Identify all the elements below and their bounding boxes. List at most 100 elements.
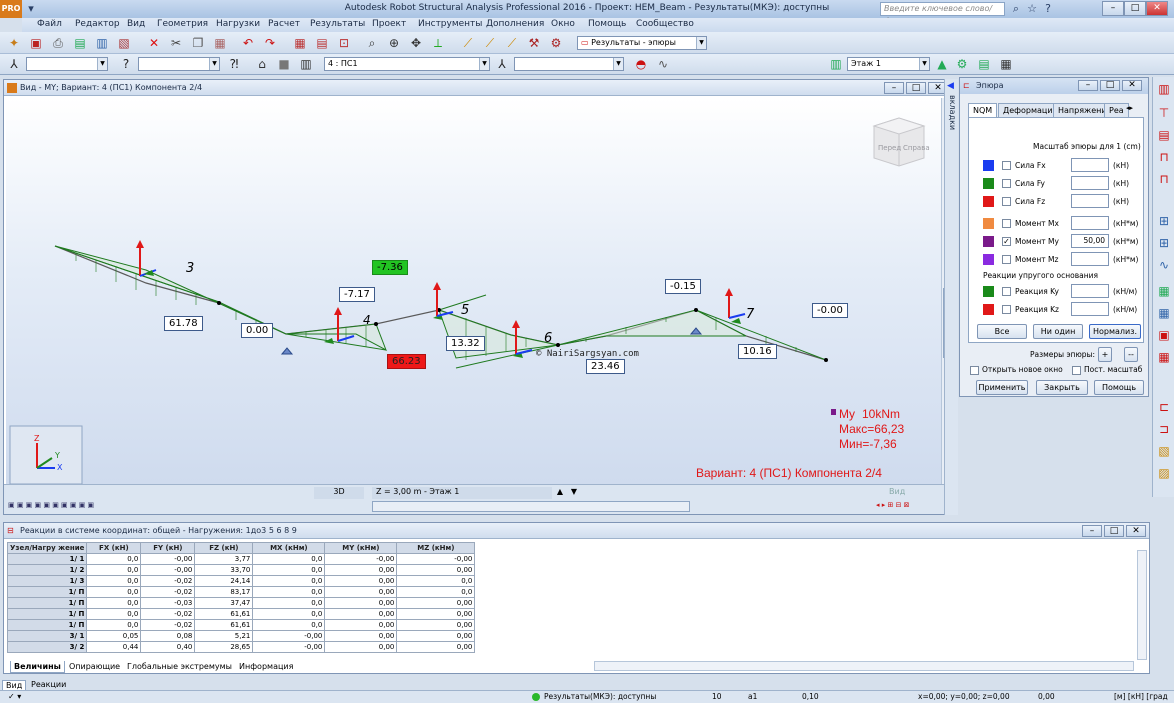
menu-addons[interactable]: Дополнения [486,19,544,29]
help-icon[interactable]: ? [1041,2,1055,16]
redo-icon[interactable]: ↷ [262,35,278,51]
tool-icon[interactable]: ⊏ [1156,399,1172,415]
menu-results[interactable]: Результаты [310,19,365,29]
const-scale-checkbox[interactable] [1072,366,1081,375]
table-row[interactable]: 1/ 1 0,0 -0,00 3,77 0,0 -0,00 -0,00 [6,553,476,565]
zoom-window-icon[interactable]: ⊕ [386,35,402,51]
tool-icon[interactable]: ⊞ [1156,235,1172,251]
col-fz[interactable]: FZ (кН) [194,542,254,554]
tab-reactions[interactable]: Реа [1104,103,1129,118]
settings-icon[interactable]: ⚙ [548,35,564,51]
bar-select-icon[interactable]: ? [118,56,134,72]
color-swatch[interactable] [983,286,994,297]
tools-icon[interactable]: ⚒ [526,35,542,51]
menu-window[interactable]: Окно [551,19,575,29]
col-fx[interactable]: FX (кН) [86,542,142,554]
view-nav-icons[interactable]: ◂ ▸ ⊞ ⊟ ⊠ [876,501,946,513]
none-button[interactable]: Ни один [1033,324,1083,339]
cut-icon[interactable]: ✂ [168,35,184,51]
load-case-combo[interactable]: 4 : ПС1 ▼ [324,57,490,71]
level-down-icon[interactable]: ▼ [568,487,580,499]
table-minimize-button[interactable]: – [1082,525,1102,537]
table-horizontal-scrollbar[interactable] [594,661,1134,671]
my-scale-input[interactable]: 50,00 [1071,234,1109,248]
all-button[interactable]: Все [977,324,1027,339]
menu-analysis[interactable]: Расчет [268,19,300,29]
dialog-minimize-button[interactable]: – [1078,80,1098,91]
help-button[interactable]: Помощь [1094,380,1144,395]
tool-icon[interactable]: ▦ [1156,283,1172,299]
screen-capture-icon[interactable]: ▧ [116,35,132,51]
color-swatch[interactable] [983,178,994,189]
table-close-button[interactable]: ✕ [1126,525,1146,537]
bar-icon[interactable]: ⟋ [482,35,498,51]
tool-icon[interactable]: ∿ [1156,257,1172,273]
wave-icon[interactable]: ∿ [655,56,671,72]
menu-editor[interactable]: Редактор [75,19,120,29]
lock-icon[interactable]: ⊡ [336,35,352,51]
menu-help[interactable]: Помощь [588,19,626,29]
storey-combo[interactable]: Этаж 1 ▼ [847,57,930,71]
checkbox-fy[interactable] [1002,179,1011,188]
tab-values[interactable]: Величины [10,661,65,673]
checkbox-mz[interactable] [1002,255,1011,264]
col-node[interactable]: Узел/Нагру жение [6,542,88,554]
normalize-button[interactable]: Нормализ. [1089,324,1141,339]
view-canvas[interactable]: Перед Справа 3 4 5 6 7 © NairiSargsyan.c… [6,98,941,484]
view-minimize-button[interactable]: – [884,82,904,94]
table-row[interactable]: 3/ 2 0,44 0,40 28,65 -0,00 0,00 0,00 [6,641,476,653]
frame-icon[interactable]: ⟋ [504,35,520,51]
storey-list-icon[interactable]: ▤ [976,56,992,72]
menu-geometry[interactable]: Геометрия [157,19,208,29]
load-case-icon[interactable]: ▥ [298,56,314,72]
table-maximize-button[interactable]: □ [1104,525,1124,537]
open-new-window-checkbox[interactable] [970,366,979,375]
view-icon-strip[interactable]: ▣ ▣ ▣ ▣ ▣ ▣ ▣ ▣ ▣ ▣ [8,501,158,513]
node-selection-input[interactable]: ▼ [26,57,108,71]
checkbox-fx[interactable] [1002,161,1011,170]
col-my[interactable]: MY (кНм) [324,542,398,554]
maximize-button[interactable]: □ [1124,1,1146,16]
new-icon[interactable]: ✦ [6,35,22,51]
tool-icon[interactable]: ▦ [1156,305,1172,321]
color-swatch[interactable] [983,218,994,229]
axes-icon[interactable]: ⟂ [430,35,446,51]
color-swatch[interactable] [983,160,994,171]
tool-icon[interactable]: ▥ [1156,81,1172,97]
checkbox-mx[interactable] [1002,219,1011,228]
increase-size-button[interactable]: + [1098,347,1112,362]
case-nav-icon[interactable]: ⅄ [494,56,510,72]
tab-supports[interactable]: Опирающие [66,661,123,673]
beam-icon[interactable]: ⟋ [460,35,476,51]
menu-project[interactable]: Проект [372,19,406,29]
mx-scale-input[interactable] [1071,216,1109,230]
table-row[interactable]: 1/ П 0,0 -0,02 83,17 0,0 0,00 0,0 [6,586,476,598]
menu-community[interactable]: Сообщество [636,19,694,29]
table-row[interactable]: 3/ 1 0,05 0,08 5,21 -0,00 0,00 0,00 [6,630,476,642]
color-swatch[interactable] [983,254,994,265]
checkbox-ky[interactable] [1002,287,1011,296]
table-row[interactable]: 1/ 2 0,0 -0,00 33,70 0,0 0,00 0,00 [6,564,476,576]
dialog-close-button[interactable]: ✕ [1122,80,1142,91]
tool-icon[interactable]: ▧ [1156,443,1172,459]
apply-button[interactable]: Применить [976,380,1028,395]
print-icon[interactable]: ⎙ [50,35,66,51]
storey-up-icon[interactable]: ▲ [934,56,950,72]
pan-icon[interactable]: ✥ [408,35,424,51]
col-mz[interactable]: MZ (кНм) [396,542,476,554]
table-icon[interactable]: ▦ [292,35,308,51]
diagram-icon[interactable]: ◓ [633,56,649,72]
table-row[interactable]: 1/ П 0,0 -0,02 61,61 0,0 0,00 0,00 [6,619,476,631]
house-icon[interactable]: ⌂ [254,56,270,72]
delete-icon[interactable]: ✕ [146,35,162,51]
color-swatch[interactable] [983,196,994,207]
tabs-label[interactable]: вкладки [945,95,957,130]
tool-icon[interactable]: ⊞ [1156,213,1172,229]
save-icon[interactable]: ▣ [28,35,44,51]
menu-file[interactable]: Файл [37,19,62,29]
menu-view[interactable]: Вид [127,19,145,29]
tool-icon[interactable]: ⊤ [1156,105,1172,121]
view-cube[interactable] [872,117,926,167]
col-fy[interactable]: FY (кН) [140,542,196,554]
app-logo[interactable]: PRO [0,0,22,18]
